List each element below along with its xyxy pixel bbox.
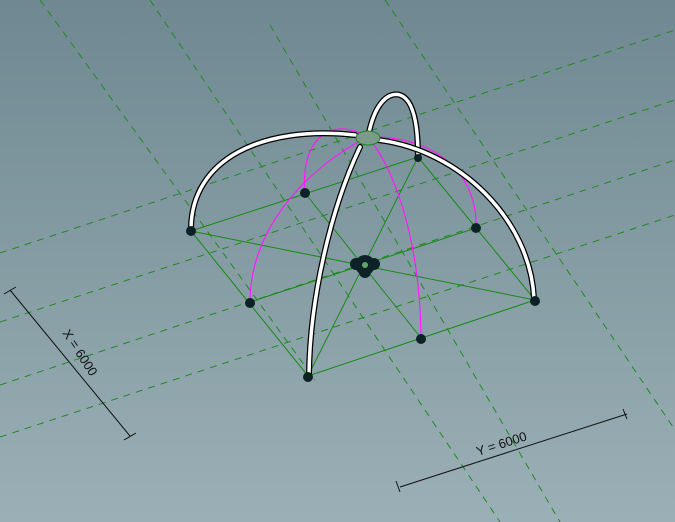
apex-hub xyxy=(355,130,381,146)
nodes xyxy=(186,154,540,382)
arches xyxy=(188,91,537,377)
3d-viewport[interactable]: X = 6000 Y = 6000 xyxy=(0,0,675,522)
dimension-x-label: X = 6000 xyxy=(59,326,100,378)
dimension-y[interactable]: Y = 6000 xyxy=(395,408,628,493)
center-node-cluster xyxy=(350,255,380,278)
grid-lines xyxy=(0,0,675,522)
dimension-x[interactable]: X = 6000 xyxy=(3,286,137,441)
